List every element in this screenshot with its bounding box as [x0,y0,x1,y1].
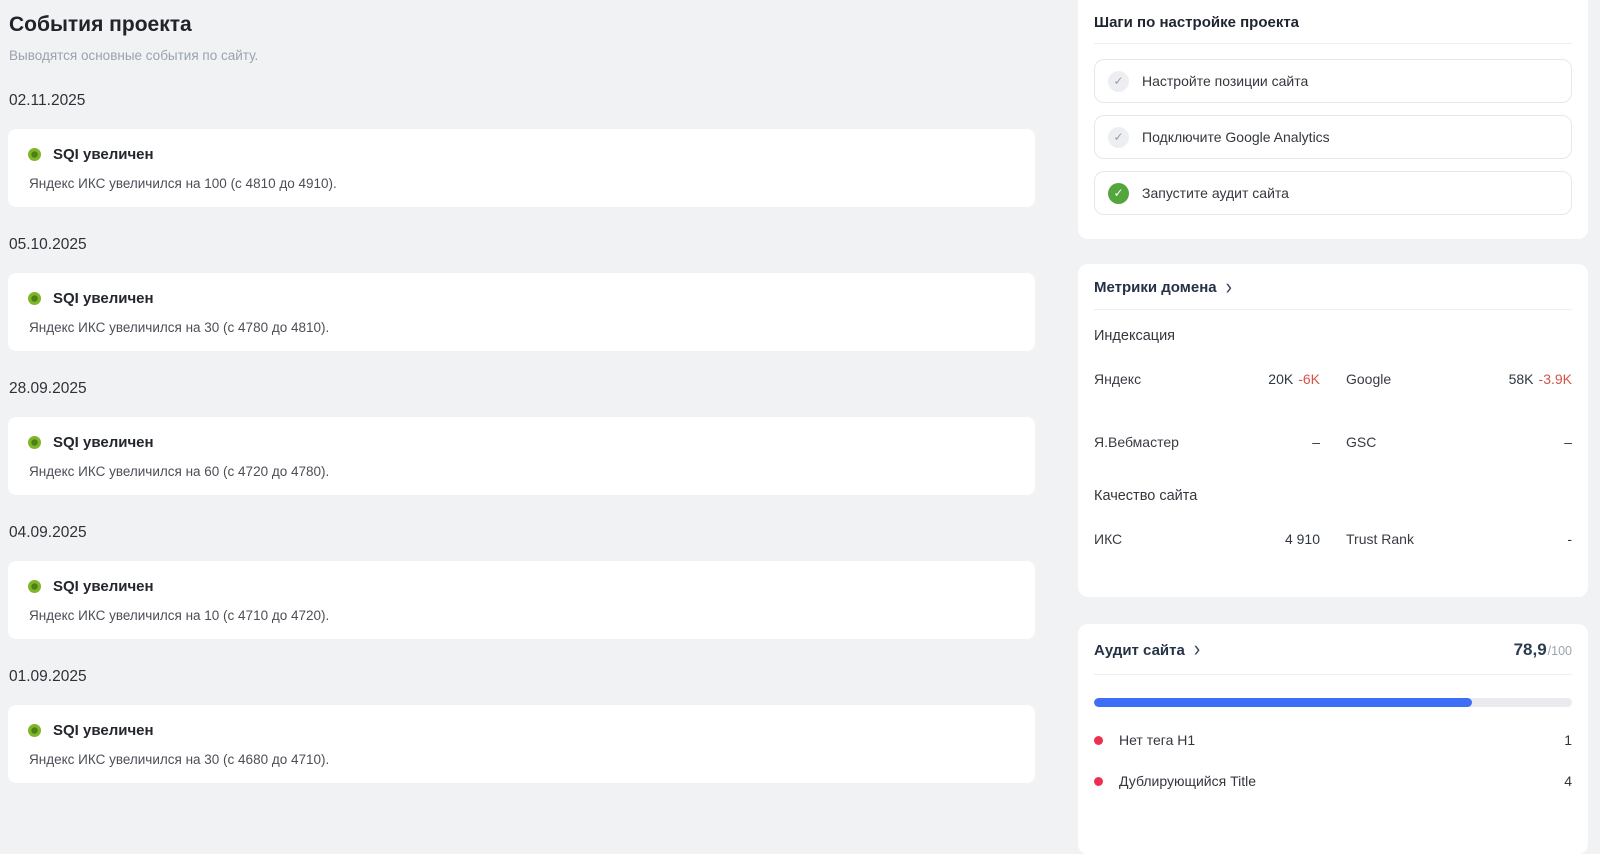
metric-delta: -6K [1298,371,1320,387]
metric-value: 20K -6K [1268,371,1320,387]
event-date: 05.10.2025 [9,236,1035,254]
event-description: Яндекс ИКС увеличился на 30 (с 4680 до 4… [29,752,1015,767]
metric-label: Google [1346,371,1391,387]
setup-step-positions[interactable]: ✓ Настройте позиции сайта [1094,59,1572,103]
setup-steps-header: Шаги по настройке проекта [1094,0,1572,44]
metric-value: – [1564,434,1572,450]
quality-heading: Качество сайта [1094,488,1572,504]
event-status-dot-icon [28,148,41,161]
domain-metrics-link[interactable]: Метрики домена › [1094,279,1232,296]
domain-metrics-card: Метрики домена › Индексация Яндекс 20K -6… [1078,264,1588,597]
setup-steps-card: Шаги по настройке проекта ✓ Настройте по… [1078,0,1588,239]
event-card: SQI увеличен Яндекс ИКС увеличился на 30… [8,705,1035,783]
event-group: 01.09.2025 SQI увеличен Яндекс ИКС увели… [8,668,1035,783]
event-group: 04.09.2025 SQI увеличен Яндекс ИКС увели… [8,524,1035,639]
event-description: Яндекс ИКС увеличился на 30 (с 4780 до 4… [29,320,1015,335]
metric-value: - [1567,531,1572,547]
sidebar: Шаги по настройке проекта ✓ Настройте по… [1078,0,1588,854]
setup-step-label: Настройте позиции сайта [1142,73,1308,89]
setup-steps-title: Шаги по настройке проекта [1094,14,1299,31]
event-date: 04.09.2025 [9,524,1035,542]
check-icon: ✓ [1108,183,1129,204]
event-status-dot-icon [28,580,41,593]
site-audit-header: Аудит сайта › 78,9 /100 [1094,624,1572,675]
event-title: SQI увеличен [53,290,154,307]
metric-label: Я.Вебмастер [1094,434,1179,450]
indexing-heading: Индексация [1094,328,1572,344]
check-icon: ✓ [1108,127,1129,148]
site-audit-card: Аудит сайта › 78,9 /100 Нет тега H1 1 Ду… [1078,624,1588,854]
event-status-dot-icon [28,724,41,737]
metric-webmaster: Я.Вебмастер – [1094,434,1320,450]
event-date: 28.09.2025 [9,380,1035,398]
metrics-row: Я.Вебмастер – GSC – [1094,434,1572,450]
event-group: 05.10.2025 SQI увеличен Яндекс ИКС увели… [8,236,1035,351]
event-card: SQI увеличен Яндекс ИКС увеличился на 10… [8,561,1035,639]
issue-label: Нет тега H1 [1119,732,1564,748]
setup-step-audit[interactable]: ✓ Запустите аудит сайта [1094,171,1572,215]
event-description: Яндекс ИКС увеличился на 100 (с 4810 до … [29,176,1015,191]
events-panel: События проекта Выводятся основные событ… [0,0,1035,783]
metric-label: ИКС [1094,531,1122,547]
event-description: Яндекс ИКС увеличился на 10 (с 4710 до 4… [29,608,1015,623]
audit-issue-h1[interactable]: Нет тега H1 1 [1094,732,1572,748]
issue-dot-icon [1094,736,1103,745]
audit-progress-bar [1094,698,1572,707]
chevron-right-icon: › [1226,279,1232,295]
metric-gsc: GSC – [1346,434,1572,450]
metric-number: 20K [1268,371,1293,387]
domain-metrics-title: Метрики домена [1094,279,1217,296]
metrics-row: Яндекс 20K -6K Google 58K -3.9K [1094,371,1572,387]
metric-delta: -3.9K [1539,371,1572,387]
issue-count: 1 [1564,732,1572,748]
audit-issue-title[interactable]: Дублирующийся Title 4 [1094,773,1572,789]
event-status-dot-icon [28,436,41,449]
site-audit-link[interactable]: Аудит сайта › [1094,642,1200,659]
event-card: SQI увеличен Яндекс ИКС увеличился на 10… [8,129,1035,207]
metric-iks: ИКС 4 910 [1094,531,1320,547]
setup-step-label: Подключите Google Analytics [1142,129,1330,145]
event-title: SQI увеличен [53,434,154,451]
event-card: SQI увеличен Яндекс ИКС увеличился на 60… [8,417,1035,495]
chevron-right-icon: › [1194,642,1200,658]
audit-score-value: 78,9 [1514,640,1547,660]
page-title: События проекта [9,13,1035,37]
metric-yandex: Яндекс 20K -6K [1094,371,1320,387]
event-group: 28.09.2025 SQI увеличен Яндекс ИКС увели… [8,380,1035,495]
metric-label: Trust Rank [1346,531,1414,547]
page-subtitle: Выводятся основные события по сайту. [9,48,1035,63]
event-card: SQI увеличен Яндекс ИКС увеличился на 30… [8,273,1035,351]
event-date: 01.09.2025 [9,668,1035,686]
metric-value: – [1312,434,1320,450]
event-title: SQI увеличен [53,578,154,595]
metric-number: 58K [1509,371,1534,387]
audit-score-max: /100 [1548,644,1572,658]
event-group: 02.11.2025 SQI увеличен Яндекс ИКС увели… [8,92,1035,207]
site-audit-title: Аудит сайта [1094,642,1185,659]
audit-progress-fill [1094,698,1472,707]
setup-step-label: Запустите аудит сайта [1142,185,1289,201]
issue-dot-icon [1094,777,1103,786]
issue-label: Дублирующийся Title [1119,773,1564,789]
issue-count: 4 [1564,773,1572,789]
event-status-dot-icon [28,292,41,305]
audit-score: 78,9 /100 [1514,640,1572,660]
metric-value: 58K -3.9K [1509,371,1572,387]
event-title: SQI увеличен [53,146,154,163]
setup-step-google-analytics[interactable]: ✓ Подключите Google Analytics [1094,115,1572,159]
metrics-row: ИКС 4 910 Trust Rank - [1094,531,1572,547]
event-date: 02.11.2025 [9,92,1035,110]
event-title: SQI увеличен [53,722,154,739]
check-icon: ✓ [1108,71,1129,92]
domain-metrics-header: Метрики домена › [1094,264,1572,310]
metric-google: Google 58K -3.9K [1346,371,1572,387]
metric-label: Яндекс [1094,371,1141,387]
metric-value: 4 910 [1285,531,1320,547]
event-description: Яндекс ИКС увеличился на 60 (с 4720 до 4… [29,464,1015,479]
page: События проекта Выводятся основные событ… [0,0,1600,854]
metric-label: GSC [1346,434,1376,450]
metric-trust-rank: Trust Rank - [1346,531,1572,547]
